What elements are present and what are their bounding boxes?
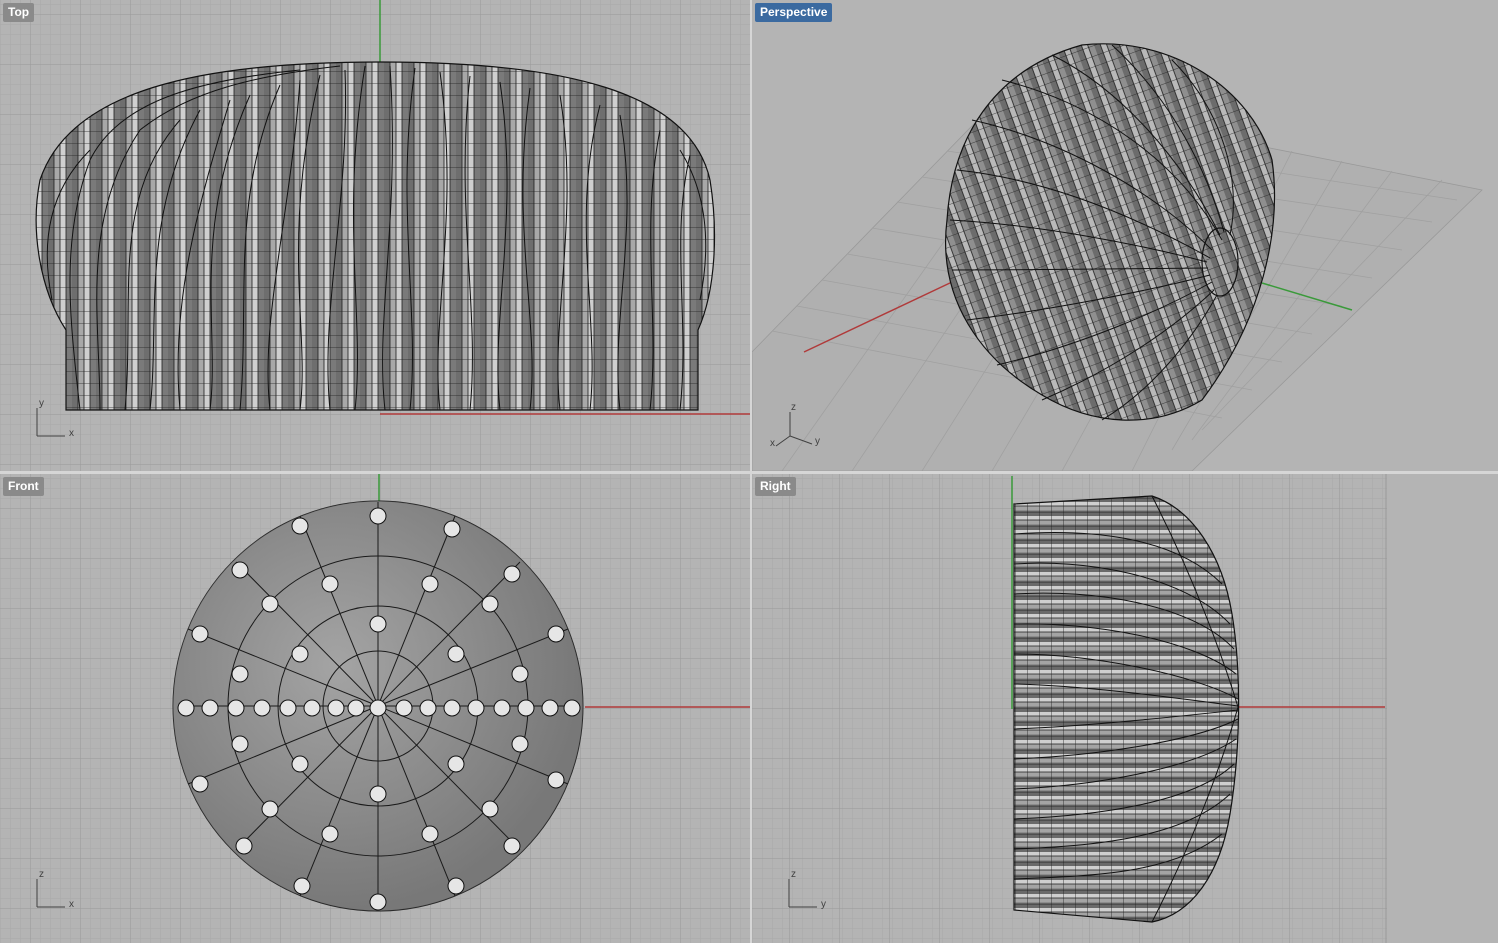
viewport-perspective[interactable]: Perspective z y x: [752, 0, 1498, 471]
axis-label-z: z: [39, 869, 44, 880]
axis-label-x: x: [69, 428, 74, 439]
viewport-label-top[interactable]: Top: [3, 3, 35, 22]
axis-label-y: y: [815, 436, 820, 447]
axis-label-y: y: [821, 899, 826, 910]
viewport-front[interactable]: Front x z: [0, 474, 750, 943]
viewport-perspective-canvas[interactable]: [752, 0, 1498, 471]
viewport-top[interactable]: Top x y: [0, 0, 750, 471]
axis-label-y: y: [39, 398, 44, 409]
viewport-right[interactable]: Right y z: [752, 474, 1498, 943]
viewport-right-canvas[interactable]: [752, 474, 1498, 943]
viewport-label-perspective[interactable]: Perspective: [755, 3, 833, 22]
viewport-label-right[interactable]: Right: [755, 477, 796, 496]
axis-label-x: x: [69, 899, 74, 910]
axis-label-x: x: [770, 438, 775, 449]
viewport-label-front[interactable]: Front: [3, 477, 44, 496]
viewport-front-canvas[interactable]: [0, 474, 750, 943]
viewport-top-canvas[interactable]: [0, 0, 750, 471]
axis-label-z: z: [791, 402, 796, 413]
axis-label-z: z: [791, 869, 796, 880]
